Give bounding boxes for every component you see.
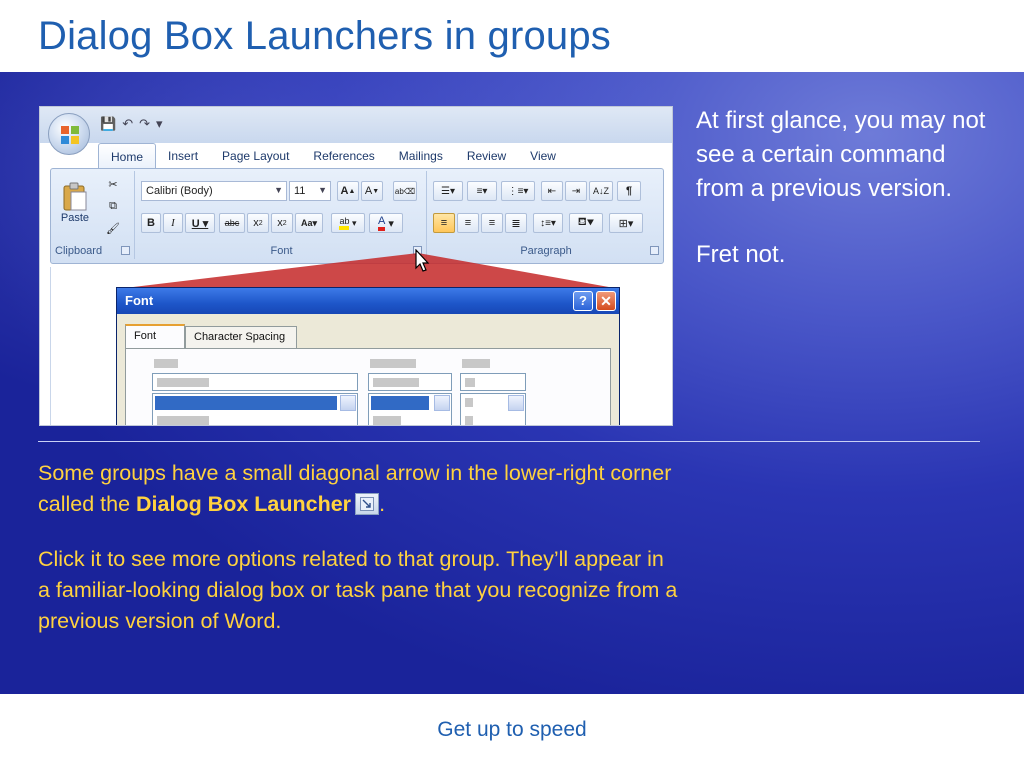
font-size-list[interactable]	[460, 393, 526, 425]
help-icon[interactable]: ?	[573, 291, 593, 311]
placeholder-text	[373, 378, 419, 387]
font-style-input[interactable]	[368, 373, 452, 391]
font-style-list[interactable]	[368, 393, 452, 425]
tab-character-spacing[interactable]: Character Spacing	[185, 326, 297, 348]
dialog-title: Font	[125, 293, 154, 308]
list-item	[465, 398, 473, 407]
selected-font-row[interactable]	[155, 396, 337, 410]
scroll-up-icon[interactable]	[508, 395, 524, 411]
slide-title: Dialog Box Launchers in groups	[38, 14, 612, 58]
mouse-pointer-icon	[415, 249, 430, 272]
list-item	[157, 416, 209, 425]
placeholder-label	[370, 359, 416, 368]
font-size-input[interactable]	[460, 373, 526, 391]
divider-line	[38, 441, 980, 442]
paragraph-text: .	[379, 492, 386, 516]
placeholder-text	[157, 378, 209, 387]
selected-style-row[interactable]	[371, 396, 429, 410]
dialog-launcher-icon	[355, 493, 380, 515]
office-button[interactable]	[48, 113, 90, 155]
explanation-paragraph-1: Some groups have a small diagonal arrow …	[38, 458, 678, 520]
font-name-input[interactable]	[152, 373, 358, 391]
footer-text: Get up to speed	[437, 718, 587, 741]
scroll-up-icon[interactable]	[434, 395, 450, 411]
list-item	[373, 416, 401, 425]
explanation-paragraph-2: Click it to see more options related to …	[38, 547, 678, 633]
font-name-list[interactable]	[152, 393, 358, 425]
slide: Dialog Box Launchers in groups 💾 ↶ ↷ ▾ H…	[0, 0, 1024, 768]
side-note-line-1: At first glance, you may not see a certa…	[696, 107, 986, 202]
placeholder-label	[154, 359, 178, 368]
placeholder-text	[465, 378, 475, 387]
office-button-icon	[61, 126, 79, 144]
ribbon-screenshot: 💾 ↶ ↷ ▾ Home Insert Page Layout Referenc…	[39, 106, 673, 426]
list-item	[465, 416, 473, 425]
close-icon[interactable]: ✕	[596, 291, 616, 311]
side-note: At first glance, you may not see a certa…	[696, 104, 986, 304]
tab-font[interactable]: Font	[125, 324, 185, 349]
dialog-box-launcher-term: Dialog Box Launcher	[136, 492, 352, 516]
placeholder-label	[462, 359, 490, 368]
font-dialog: Font ? ✕ Font Character Spacing	[116, 287, 620, 425]
font-dialog-titlebar: Font ? ✕	[117, 288, 619, 314]
side-note-line-2: Fret not.	[696, 241, 786, 268]
scroll-up-icon[interactable]	[340, 395, 356, 411]
font-tab-pane	[125, 348, 611, 425]
